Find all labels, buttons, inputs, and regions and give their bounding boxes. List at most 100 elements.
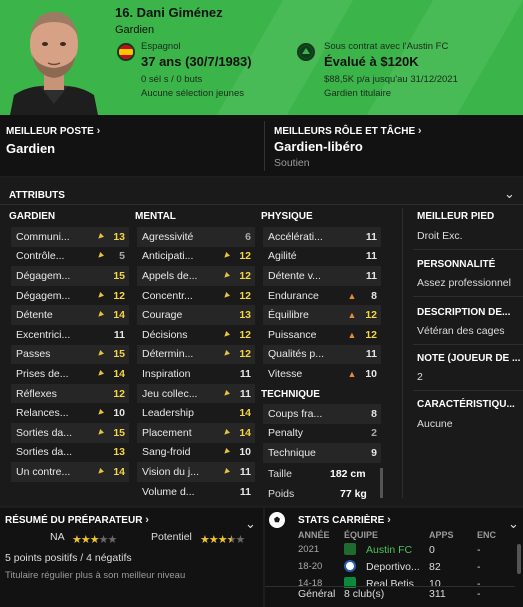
- team-link[interactable]: Deportivo...: [366, 561, 420, 573]
- col-year: ANNÉE: [298, 530, 330, 540]
- attribute-row[interactable]: Prises de... ▲ 14: [11, 364, 129, 384]
- club-badge-icon: [297, 43, 315, 61]
- training-arrow-icon: ▲: [347, 329, 357, 340]
- attribute-row[interactable]: Qualités p... 11: [263, 344, 381, 365]
- attribute-value: 15: [113, 348, 125, 361]
- attribute-row[interactable]: Détermin... ▲ 12: [137, 344, 255, 365]
- key-attribute-arrow-icon: ▲: [93, 426, 107, 440]
- attribute-row[interactable]: Penalty 2: [263, 424, 381, 444]
- attribute-row[interactable]: Communi... ▲ 13: [11, 227, 129, 247]
- career-stats-title[interactable]: STATS CARRIÈRE: [298, 515, 384, 526]
- attribute-value: 11: [239, 485, 251, 498]
- contract-text: Sous contrat avec l'Austin FC: [324, 41, 449, 52]
- attribute-row[interactable]: Coups fra... 8: [263, 404, 381, 424]
- attribute-name: Concentr...: [142, 289, 193, 302]
- key-attribute-arrow-icon: ▲: [93, 465, 107, 479]
- technical-list: Coups fra... 8 Penalty 2 Technique 9: [263, 404, 381, 464]
- attribute-row[interactable]: Puissance ▲ 12: [263, 325, 381, 345]
- attribute-row[interactable]: Dégagem... ▲ 12: [11, 286, 129, 306]
- attribute-row[interactable]: Technique 9: [263, 443, 381, 463]
- attribute-row[interactable]: Dégagem... 15: [11, 266, 129, 286]
- total-label: Général: [298, 588, 336, 600]
- key-attribute-arrow-icon: ▲: [219, 426, 233, 440]
- attribute-row[interactable]: Jeu collec... ▲ 11: [137, 383, 255, 404]
- best-position-panel[interactable]: MEILLEUR POSTE › Gardien: [0, 115, 264, 176]
- scrollbar[interactable]: [380, 468, 383, 498]
- attribute-value: 14: [239, 426, 251, 439]
- chevron-down-icon[interactable]: ⌄: [245, 516, 256, 532]
- attribute-row[interactable]: Agressivité 6: [137, 227, 255, 247]
- key-attribute-arrow-icon: ▲: [219, 386, 233, 401]
- scrollbar[interactable]: [517, 544, 521, 574]
- attribute-row[interactable]: Équilibre ▲ 12: [263, 305, 381, 325]
- attribute-row[interactable]: Vision du j... ▲ 11: [137, 462, 255, 482]
- attribute-row[interactable]: Réflexes 12: [11, 383, 129, 404]
- attribute-row[interactable]: Détente v... 11: [263, 266, 381, 286]
- attribute-row[interactable]: Un contre... ▲ 14: [11, 462, 129, 482]
- attribute-value: 6: [245, 230, 251, 243]
- attribute-row[interactable]: Sang-froid ▲ 10: [137, 443, 255, 463]
- attribute-name: Détente v...: [268, 269, 321, 282]
- attribute-row[interactable]: Vitesse ▲ 10: [263, 364, 381, 384]
- attribute-value: 12: [365, 309, 377, 322]
- attribute-name: Excentrici...: [16, 328, 71, 341]
- attribute-row[interactable]: Accélérati... 11: [263, 227, 381, 247]
- attribute-row[interactable]: Passes ▲ 15: [11, 344, 129, 365]
- attribute-row[interactable]: Relances... ▲ 10: [11, 403, 129, 423]
- rating-label: NOTE (JOUEUR DE ...: [417, 353, 521, 364]
- coach-report-panel: RÉSUMÉ DU PRÉPARATEUR › ⌄ NA ★★★★★ Poten…: [0, 508, 263, 607]
- attribute-value: 14: [113, 367, 125, 380]
- attribute-value: 10: [113, 407, 125, 420]
- key-attribute-arrow-icon: ▲: [219, 269, 233, 283]
- attribute-value: 12: [365, 328, 377, 341]
- attribute-row[interactable]: Endurance ▲ 8: [263, 286, 381, 306]
- attribute-row[interactable]: Volume d... 11: [137, 482, 255, 502]
- attribute-value: 10: [365, 367, 377, 380]
- attribute-name: Un contre...: [16, 465, 71, 478]
- attribute-row[interactable]: Placement ▲ 14: [137, 423, 255, 443]
- key-attribute-arrow-icon: ▲: [93, 406, 107, 420]
- attribute-row[interactable]: Concentr... ▲ 12: [137, 286, 255, 306]
- star-icon: ★: [226, 534, 237, 546]
- best-role-value: Gardien-libéro: [274, 139, 363, 154]
- total-enc: -: [477, 588, 481, 600]
- coach-report-title[interactable]: RÉSUMÉ DU PRÉPARATEUR: [5, 515, 142, 526]
- star-icon: ★: [89, 534, 100, 546]
- chevron-down-icon[interactable]: ⌄: [504, 186, 515, 202]
- attribute-row[interactable]: Appels de... ▲ 12: [137, 266, 255, 286]
- attribute-value: 15: [113, 426, 125, 439]
- attribute-row[interactable]: Sorties da... 13: [11, 443, 129, 463]
- chevron-down-icon[interactable]: ⌄: [508, 516, 519, 532]
- attribute-row[interactable]: Contrôle... ▲ 5: [11, 247, 129, 267]
- attribute-name: Agilité: [268, 250, 297, 263]
- attribute-name: Inspiration: [142, 367, 191, 380]
- physical-title: PHYSIQUE: [261, 211, 313, 222]
- goalkeeping-title: GARDIEN: [9, 211, 56, 222]
- attribute-row[interactable]: Courage 13: [137, 305, 255, 325]
- caps-text: 0 sél s / 0 buts: [141, 74, 203, 85]
- table-row[interactable]: 18-20 Deportivo... 82 -: [265, 558, 515, 575]
- attribute-value: 2: [371, 427, 377, 440]
- team-link[interactable]: Austin FC: [366, 544, 412, 556]
- attribute-value: 13: [113, 446, 125, 459]
- attribute-row[interactable]: Détente ▲ 14: [11, 305, 129, 325]
- chevron-right-icon: ›: [387, 514, 391, 526]
- attribute-name: Réflexes: [16, 387, 57, 400]
- attribute-row[interactable]: Leadership 14: [137, 403, 255, 423]
- attribute-name: Sorties da...: [16, 446, 73, 459]
- best-role-panel[interactable]: MEILLEURS RÔLE ET TÂCHE › Gardien-libéro…: [270, 115, 523, 176]
- attribute-row[interactable]: Anticipati... ▲ 12: [137, 247, 255, 267]
- attribute-row[interactable]: Sorties da... ▲ 15: [11, 423, 129, 443]
- training-arrow-icon: ▲: [347, 368, 357, 379]
- attribute-name: Relances...: [16, 407, 69, 420]
- table-row[interactable]: 2021 Austin FC 0 -: [265, 541, 515, 558]
- media-description-value: Vétéran des cages: [417, 325, 505, 337]
- attribute-row[interactable]: Agilité 11: [263, 247, 381, 267]
- attribute-row[interactable]: Décisions ▲ 12: [137, 325, 255, 345]
- attribute-name: Décisions: [142, 328, 188, 341]
- attribute-value: 11: [365, 250, 377, 263]
- attribute-name: Courage: [142, 309, 183, 322]
- player-name: 16. Dani Giménez: [115, 5, 223, 20]
- attribute-row[interactable]: Inspiration 11: [137, 364, 255, 384]
- attribute-row[interactable]: Excentrici... 11: [11, 325, 129, 345]
